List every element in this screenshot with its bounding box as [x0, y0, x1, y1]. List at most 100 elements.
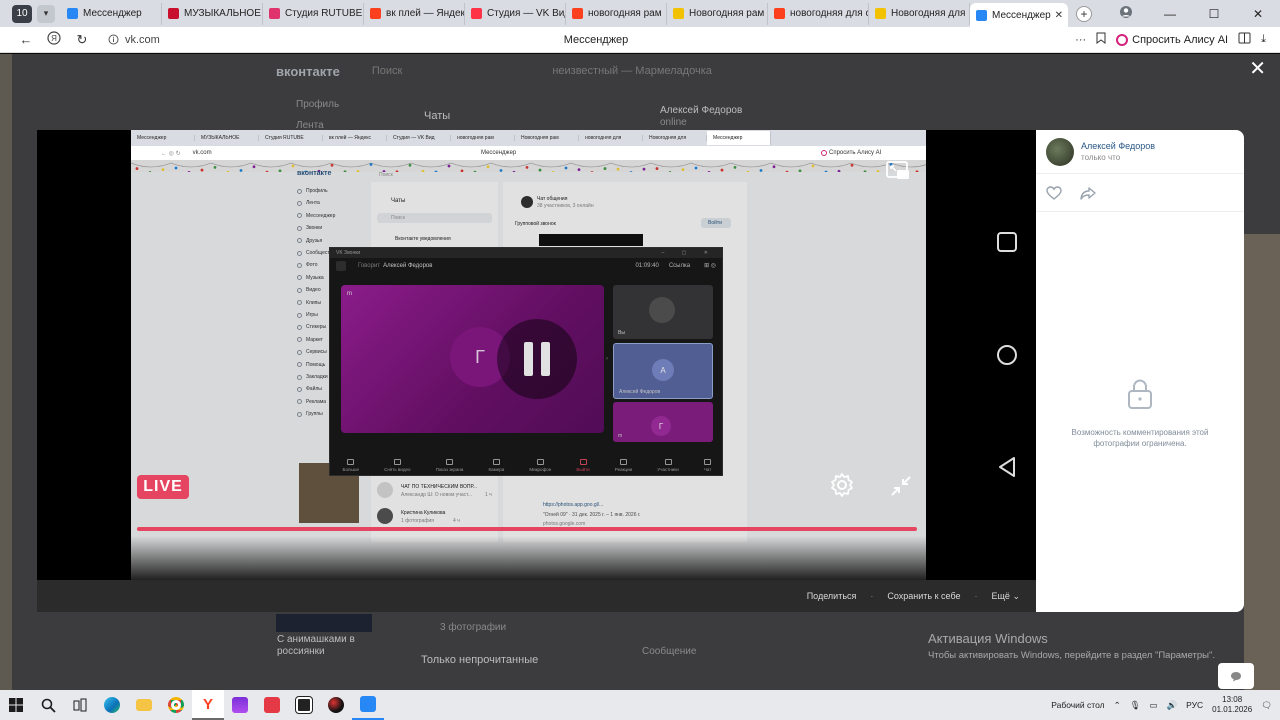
exit-fullscreen-icon[interactable]	[889, 474, 913, 498]
nav-profile[interactable]: Профиль	[296, 99, 339, 110]
chrome-icon-shape	[168, 697, 184, 713]
maximize-icon[interactable]: ☐	[1192, 7, 1236, 21]
app-ball-icon[interactable]	[320, 690, 352, 720]
browser-tab[interactable]: новогодняя рам	[566, 2, 667, 25]
svg-text:Я: Я	[51, 34, 57, 43]
browser-tab[interactable]: новогодняя для с	[768, 2, 869, 25]
yandex-home-icon[interactable]: Я	[40, 31, 68, 48]
volume-icon[interactable]: 🔊	[1167, 700, 1178, 711]
tabs-holder: Мессенджер МУЗЫКАЛЬНОЕ Студия RUTUBE вк пле…	[61, 0, 1068, 27]
tab-close-icon[interactable]: ✕	[1055, 10, 1063, 21]
inner-dim-overlay	[131, 160, 926, 580]
unread-only-toggle[interactable]: Только непрочитанные	[421, 654, 538, 666]
settings-gear-icon[interactable]	[829, 472, 855, 498]
app-red-icon[interactable]	[256, 690, 288, 720]
contact-name[interactable]: Алексей Федоров	[660, 105, 742, 116]
tab-count-badge[interactable]: 10	[12, 4, 32, 23]
player-track[interactable]: неизвестный — Мармеладочка	[552, 65, 712, 77]
share-button[interactable]: Поделиться	[807, 591, 857, 601]
alice-icon	[1116, 33, 1129, 46]
taskbar-search-icon[interactable]	[32, 690, 64, 720]
download-icon[interactable]: ⤓	[1261, 33, 1266, 46]
vk-messenger-taskbar-icon[interactable]	[352, 690, 384, 720]
vk-logo[interactable]: вконтакте	[276, 64, 340, 79]
photos-count: 3 фотографии	[440, 622, 507, 633]
browser-tab[interactable]: Новогодняя рам	[667, 2, 768, 25]
red-app-shape	[264, 697, 280, 713]
desktop-label[interactable]: Рабочий стол	[1051, 700, 1104, 710]
activation-subtitle: Чтобы активировать Windows, перейдите в …	[928, 650, 1215, 661]
language-indicator[interactable]: РУС	[1186, 700, 1203, 710]
site-info-icon[interactable]	[108, 34, 119, 45]
video-progress-bar[interactable]	[137, 527, 917, 531]
more-label: Ещё	[991, 590, 1010, 601]
save-to-self-button[interactable]: Сохранить к себе	[887, 591, 960, 601]
browser-tab[interactable]: Студия RUTUBE	[263, 2, 364, 25]
yandex-letter-icon: Y	[202, 695, 213, 713]
start-windows-icon[interactable]	[0, 690, 32, 720]
close-window-icon[interactable]: ✕	[1236, 7, 1280, 21]
tab-list-chevron-icon[interactable]: ▾	[37, 4, 55, 23]
task-view-icon[interactable]	[64, 690, 96, 720]
reload-icon[interactable]: ↻	[68, 32, 96, 48]
vk-header: вконтакте Поиск неизвестный — Мармеладоч…	[262, 54, 1002, 88]
phone-back-icon	[999, 457, 1015, 477]
purple-app-shape	[232, 697, 248, 713]
network-icon[interactable]: ▭	[1150, 700, 1158, 711]
inner-page-title: Мессенджер	[481, 150, 517, 156]
back-arrow-icon[interactable]: ←	[12, 32, 40, 47]
comments-restricted-message: Возможность комментирования этой фотогра…	[1071, 428, 1209, 448]
clock[interactable]: 13:08 01.01.2026	[1212, 695, 1252, 715]
minimize-icon[interactable]: —	[1148, 7, 1192, 21]
clapper-app-shape	[295, 696, 313, 714]
tab-favicon-icon	[168, 8, 179, 19]
author-name[interactable]: Алексей Федоров	[1081, 141, 1155, 151]
footer-separator: ·	[870, 591, 874, 601]
photo-actions	[1036, 174, 1244, 212]
folder-icon-shape	[136, 699, 152, 711]
tab-favicon-icon	[67, 8, 78, 19]
bookmark-icon[interactable]	[1096, 32, 1106, 47]
browser-tab[interactable]: Новогодняя для	[869, 2, 970, 25]
edge-icon[interactable]	[96, 690, 128, 720]
profile-icon[interactable]	[1104, 5, 1148, 22]
inner-tab: Мессенджер	[131, 135, 195, 141]
chrome-icon[interactable]	[160, 690, 192, 720]
phone-recents-icon	[997, 232, 1017, 252]
browser-tab[interactable]: вк плей — Яндекс	[364, 2, 465, 25]
vk-search-input[interactable]: Поиск	[372, 65, 402, 77]
browser-tab[interactable]: Мессенджер	[61, 2, 162, 25]
author-avatar[interactable]	[1046, 137, 1074, 166]
browser-tab[interactable]: МУЗЫКАЛЬНОЕ	[162, 2, 263, 25]
more-options-icon[interactable]: ···	[1075, 34, 1086, 46]
post-thumbnail[interactable]	[276, 614, 372, 632]
picture-in-picture-icon[interactable]	[885, 160, 911, 182]
url-field[interactable]: vk.com	[108, 34, 160, 46]
chats-title: Чаты	[424, 110, 451, 122]
chevron-down-icon: ⌄	[1012, 590, 1020, 601]
like-heart-icon[interactable]	[1046, 185, 1062, 200]
message-input[interactable]: Сообщение	[642, 646, 696, 657]
reader-icon[interactable]	[1238, 32, 1251, 47]
browser-tab[interactable]: Мессенджер ✕	[970, 3, 1068, 27]
browser-tab-strip: 10 ▾ Мессенджер МУЗЫКАЛЬНОЕ Студия RUTUBE в…	[0, 0, 1280, 27]
video-frame[interactable]: Мессенджер МУЗЫКАЛЬНОЕ Студия RUTUBE вк пле…	[131, 130, 926, 580]
yandex-browser-icon[interactable]: Y	[192, 690, 224, 720]
app-purple-icon[interactable]	[224, 690, 256, 720]
new-tab-button[interactable]: +	[1076, 5, 1092, 22]
more-button[interactable]: Ещё ⌄	[992, 591, 1020, 602]
close-viewer-icon[interactable]: ✕	[1249, 59, 1266, 79]
file-explorer-icon[interactable]	[128, 690, 160, 720]
lock-icon	[1128, 379, 1152, 409]
app-clapper-icon[interactable]	[288, 690, 320, 720]
ask-alice-button[interactable]: Спросить Алису AI	[1116, 33, 1228, 46]
share-arrow-icon[interactable]	[1080, 186, 1096, 200]
notifications-icon[interactable]: 🗨	[1261, 700, 1272, 711]
tab-favicon-icon	[875, 8, 886, 19]
tab-label: Студия RUTUBE	[285, 8, 363, 19]
tray-overflow-chevron-icon[interactable]: ⌃	[1114, 700, 1121, 711]
chat-bubble-button[interactable]	[1218, 663, 1254, 689]
browser-tab[interactable]: Студия — VK Вид	[465, 2, 566, 25]
phone-home-icon	[997, 345, 1017, 365]
microphone-icon[interactable]: 🎙	[1130, 700, 1141, 711]
